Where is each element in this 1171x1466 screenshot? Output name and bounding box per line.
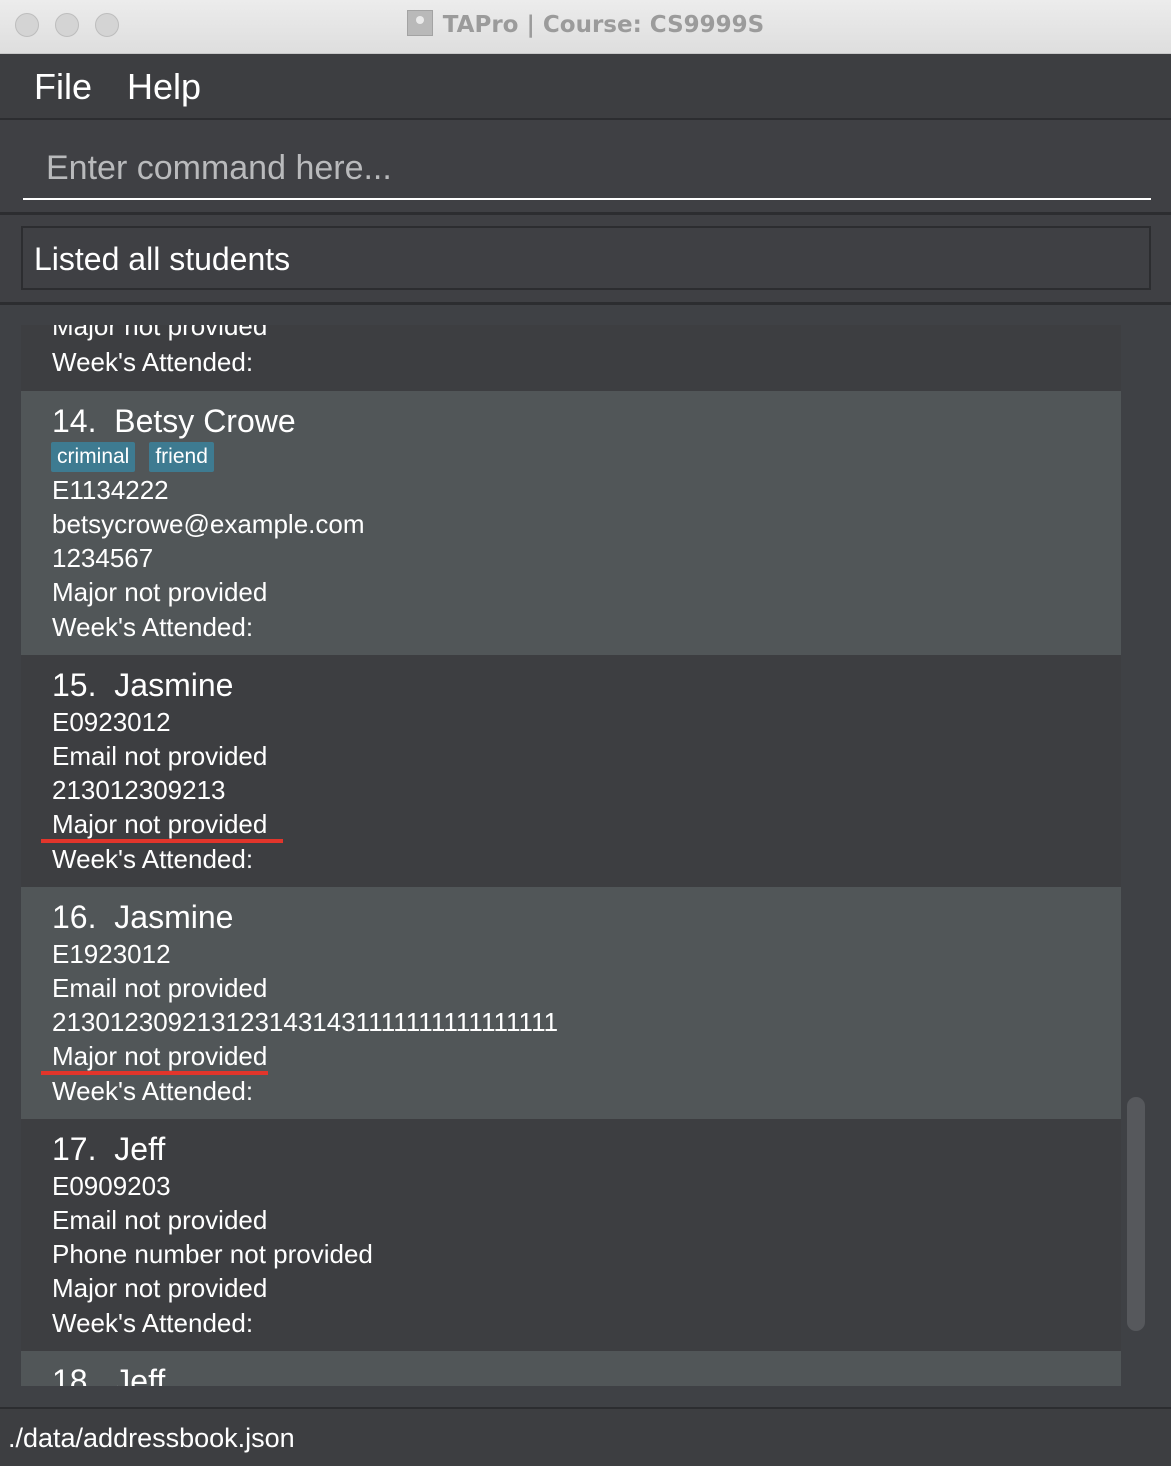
student-weeks-attended: Week's Attended: bbox=[52, 612, 254, 642]
student-major: Major not provided bbox=[52, 1273, 268, 1303]
student-email: betsycrowe@example.com bbox=[52, 509, 365, 539]
window-title-group: TAPro | Course: CS9999S bbox=[0, 10, 1171, 38]
result-display: Listed all students bbox=[21, 226, 1151, 290]
student-name-line: 15. Jasmine bbox=[52, 667, 233, 704]
student-card-partial[interactable]: Major not provided Week's Attended: bbox=[21, 325, 1121, 391]
student-name: Betsy Crowe bbox=[114, 403, 296, 439]
student-weeks-attended: Week's Attended: bbox=[52, 844, 254, 874]
student-phone: 1234567 bbox=[52, 543, 154, 573]
student-card[interactable]: 15. Jasmine E0923012 Email not provided … bbox=[21, 655, 1121, 887]
student-name-line: 18. Jeff bbox=[52, 1363, 165, 1386]
student-index: 16. bbox=[52, 899, 97, 935]
annotation-underline bbox=[41, 1071, 268, 1075]
window-title: TAPro | Course: CS9999S bbox=[442, 12, 765, 38]
student-id: E1134222 bbox=[52, 475, 169, 505]
student-phone: 213012309213 bbox=[52, 775, 226, 805]
student-card-partial[interactable]: 18. Jeff bbox=[21, 1351, 1121, 1386]
student-card[interactable]: 16. Jasmine E1923012 Email not provided … bbox=[21, 887, 1121, 1119]
window-titlebar: TAPro | Course: CS9999S bbox=[0, 0, 1171, 54]
student-card[interactable]: 17. Jeff E0909203 Email not provided Pho… bbox=[21, 1119, 1121, 1351]
tag-criminal: criminal bbox=[51, 442, 136, 472]
student-list-panel: Major not provided Week's Attended: 14. … bbox=[0, 305, 1171, 1407]
student-name-line: 16. Jasmine bbox=[52, 899, 233, 936]
student-phone: Phone number not provided bbox=[52, 1239, 373, 1269]
student-weeks-attended: Week's Attended: bbox=[52, 1076, 254, 1106]
tag-friend: friend bbox=[149, 442, 214, 472]
student-card[interactable]: 14. Betsy Crowe criminal friend E1134222 … bbox=[21, 391, 1121, 655]
student-name-line: 17. Jeff bbox=[52, 1131, 165, 1168]
student-phone: 2130123092131231431431111111111111111 bbox=[52, 1007, 559, 1037]
status-bar: ./data/addressbook.json bbox=[0, 1407, 1171, 1466]
student-index: 18. bbox=[52, 1363, 97, 1386]
student-index: 17. bbox=[52, 1131, 97, 1167]
student-weeks-attended: Week's Attended: bbox=[52, 347, 254, 377]
student-index: 15. bbox=[52, 667, 97, 703]
app-icon bbox=[406, 10, 433, 36]
student-tags: criminal friend bbox=[51, 442, 228, 472]
result-display-panel: Listed all students bbox=[0, 215, 1171, 305]
student-list[interactable]: Major not provided Week's Attended: 14. … bbox=[21, 325, 1121, 1386]
student-name: Jeff bbox=[114, 1131, 166, 1167]
student-email: Email not provided bbox=[52, 973, 268, 1003]
student-major: Major not provided bbox=[52, 325, 268, 341]
student-email: Email not provided bbox=[52, 1205, 268, 1235]
student-name-line: 14. Betsy Crowe bbox=[52, 403, 296, 440]
menu-file[interactable]: File bbox=[34, 66, 92, 108]
student-major: Major not provided bbox=[52, 577, 268, 607]
student-index: 14. bbox=[52, 403, 97, 439]
command-input[interactable] bbox=[23, 138, 1151, 200]
command-box bbox=[0, 120, 1171, 215]
student-email: Email not provided bbox=[52, 741, 268, 771]
menu-help[interactable]: Help bbox=[127, 66, 201, 108]
student-id: E0923012 bbox=[52, 707, 171, 737]
student-weeks-attended: Week's Attended: bbox=[52, 1308, 254, 1338]
student-name: Jasmine bbox=[114, 667, 234, 703]
student-name: Jasmine bbox=[114, 899, 234, 935]
status-file-path: ./data/addressbook.json bbox=[8, 1423, 295, 1453]
menu-bar: File Help bbox=[0, 54, 1171, 120]
student-id: E1923012 bbox=[52, 939, 171, 969]
student-id: E0909203 bbox=[52, 1171, 171, 1201]
annotation-underline bbox=[41, 839, 283, 843]
list-scrollbar-thumb[interactable] bbox=[1127, 1097, 1145, 1331]
student-major: Major not provided bbox=[52, 1041, 268, 1071]
student-name: Jeff bbox=[114, 1363, 166, 1386]
student-major: Major not provided bbox=[52, 809, 268, 839]
